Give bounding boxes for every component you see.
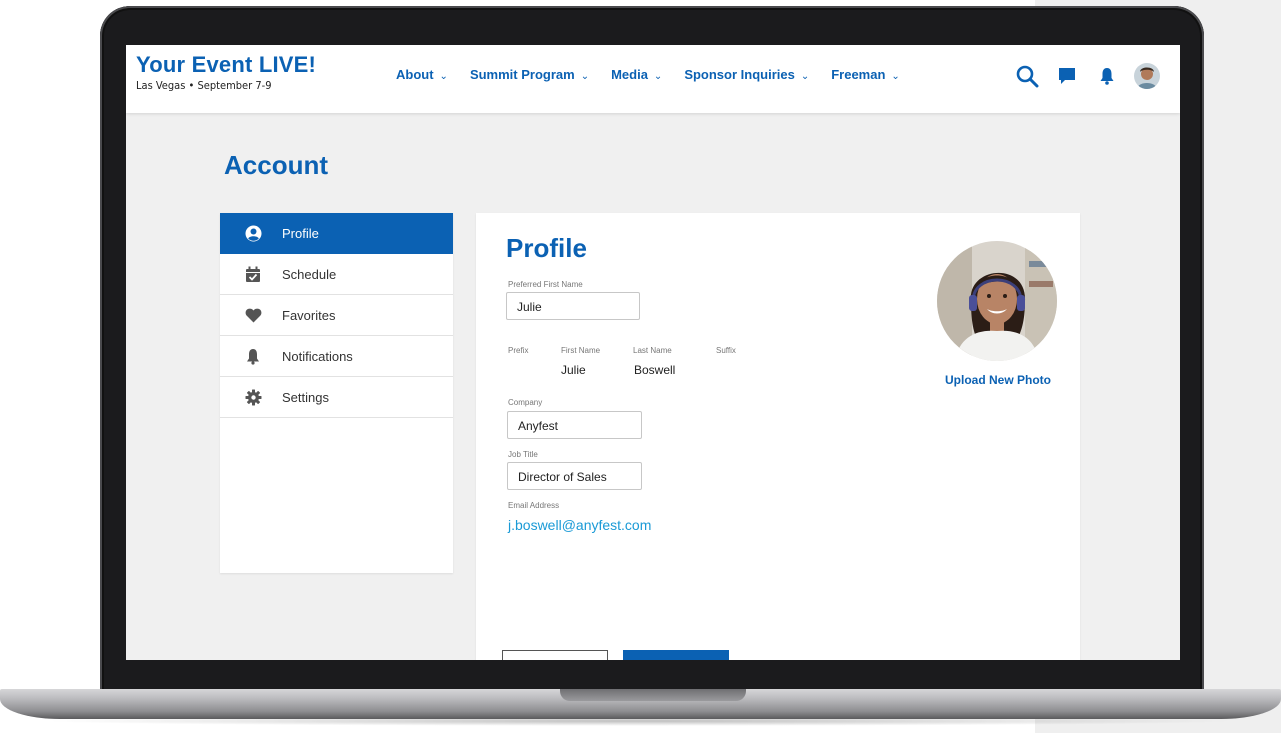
chevron-down-icon: ⌄ — [439, 71, 448, 82]
save-button[interactable] — [623, 650, 729, 660]
job-title-input[interactable]: Director of Sales — [507, 462, 642, 490]
sidebar-item-settings[interactable]: Settings — [220, 377, 453, 418]
upload-photo-link[interactable]: Upload New Photo — [945, 373, 1051, 387]
nav-item-summit-program[interactable]: Summit Program ⌄ — [470, 67, 589, 82]
nav-item-media[interactable]: Media ⌄ — [611, 67, 662, 82]
heart-icon — [244, 306, 262, 324]
preferred-first-name-input[interactable]: Julie — [506, 292, 640, 320]
prefix-label: Prefix — [508, 346, 529, 355]
brand-title[interactable]: Your Event LIVE! — [136, 52, 316, 78]
nav-item-label: Media — [611, 67, 648, 82]
header-icons — [1000, 63, 1160, 89]
nav-item-label: Sponsor Inquiries — [684, 67, 795, 82]
cancel-button[interactable] — [502, 650, 608, 660]
preferred-first-name-label: Preferred First Name — [508, 280, 583, 289]
first-name-value: Julie — [561, 363, 586, 377]
email-label: Email Address — [508, 501, 560, 510]
sidebar-item-label: Notifications — [282, 348, 353, 364]
sidebar-item-label: Favorites — [282, 307, 336, 323]
last-name-value: Boswell — [634, 363, 676, 377]
chevron-down-icon: ⌄ — [653, 71, 663, 82]
bell-icon — [244, 347, 262, 365]
company-label: Company — [508, 398, 543, 407]
page-title: Account — [224, 150, 328, 180]
sidebar-item-profile[interactable]: Profile — [220, 213, 453, 254]
chevron-down-icon: ⌄ — [800, 71, 810, 82]
chat-icon[interactable] — [1054, 63, 1080, 89]
nav-item-label: About — [396, 67, 434, 82]
job-title-label: Job Title — [508, 450, 538, 459]
sidebar-item-label: Settings — [282, 389, 329, 405]
nav-item-freeman[interactable]: Freeman ⌄ — [831, 67, 900, 82]
calendar-check-icon — [244, 265, 262, 283]
email-value[interactable]: j.boswell@anyfest.com — [508, 517, 651, 533]
profile-photo — [937, 241, 1057, 361]
bell-icon[interactable] — [1094, 63, 1120, 89]
chevron-down-icon: ⌄ — [580, 71, 590, 82]
brand-subtitle: Las Vegas • September 7-9 — [136, 79, 272, 92]
profile-card: Profile Preferred First Name Julie Prefi… — [476, 213, 1080, 660]
nav-item-about[interactable]: About ⌄ — [396, 67, 448, 82]
avatar[interactable] — [1134, 63, 1160, 89]
sidebar-item-favorites[interactable]: Favorites — [220, 295, 453, 336]
chevron-down-icon: ⌄ — [891, 71, 900, 82]
laptop-bezel-bottom — [126, 660, 1180, 678]
sidebar-item-label: Schedule — [282, 266, 337, 282]
account-sidebar: Profile Schedule Favorites Notifications… — [220, 213, 453, 573]
profile-title: Profile — [506, 233, 587, 263]
sidebar-item-label: Profile — [282, 226, 319, 241]
nav-item-label: Freeman — [831, 67, 886, 82]
nav-item-sponsor-inquiries[interactable]: Sponsor Inquiries ⌄ — [684, 67, 809, 82]
suffix-label: Suffix — [716, 346, 736, 355]
gear-icon — [244, 388, 262, 406]
first-name-label: First Name — [561, 346, 601, 355]
sidebar-item-notifications[interactable]: Notifications — [220, 336, 453, 377]
last-name-label: Last Name — [633, 346, 672, 355]
top-navigation-bar: Your Event LIVE! Las Vegas • September 7… — [126, 45, 1180, 113]
company-input[interactable]: Anyfest — [507, 411, 642, 439]
search-icon[interactable] — [1014, 63, 1040, 89]
nav-item-label: Summit Program — [469, 67, 575, 82]
app-screen: Your Event LIVE! Las Vegas • September 7… — [126, 45, 1180, 660]
laptop-notch — [560, 689, 746, 701]
main-nav: About ⌄ Summit Program ⌄ Media ⌄ Sponsor In… — [396, 67, 922, 82]
sidebar-item-schedule[interactable]: Schedule — [220, 254, 453, 295]
user-circle-icon — [244, 225, 262, 243]
